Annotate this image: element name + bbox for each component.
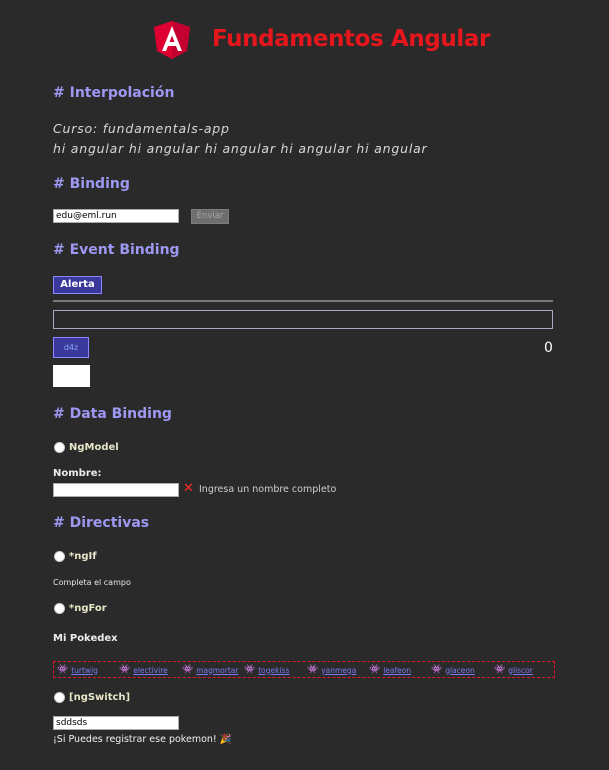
- pokedex-title: Mi Pokedex: [53, 633, 118, 644]
- ngswitch-radio[interactable]: [54, 692, 65, 703]
- pokemon-icon: 👾: [182, 665, 194, 675]
- app-header: Fundamentos Angular: [0, 18, 609, 62]
- pokemon-icon: 👾: [244, 665, 256, 675]
- ngif-message: Completa el campo: [53, 578, 131, 587]
- pokemon-icon: 👾: [369, 665, 381, 675]
- section-title-directives: # Directivas: [53, 515, 150, 531]
- ngfor-radio[interactable]: [54, 603, 65, 614]
- ngif-radio[interactable]: [54, 551, 65, 562]
- pokemon-icon: 👾: [307, 665, 319, 675]
- section-title-event-binding: # Event Binding: [53, 242, 180, 258]
- error-icon: ✕: [183, 481, 194, 496]
- send-button[interactable]: Enviar: [191, 209, 229, 224]
- angular-logo-icon: [154, 21, 190, 59]
- pokemon-icon: 👾: [57, 665, 69, 675]
- name-input[interactable]: [53, 483, 179, 497]
- increment-button[interactable]: d4z: [53, 337, 89, 358]
- list-item[interactable]: 👾 leafeon: [369, 665, 411, 675]
- pokemon-icon: 👾: [494, 665, 506, 675]
- pokemon-icon: 👾: [431, 665, 443, 675]
- email-input[interactable]: [53, 209, 179, 223]
- page-title: Fundamentos Angular: [212, 26, 490, 52]
- list-item[interactable]: 👾 gliscor: [494, 665, 533, 675]
- list-item[interactable]: 👾 electivire: [119, 665, 168, 675]
- list-item[interactable]: 👾 glaceon: [431, 665, 475, 675]
- pokedex-list: 👾 turtwig 👾 electivire 👾 magmortar 👾 togekis…: [53, 661, 555, 678]
- section-title-binding: # Binding: [53, 176, 130, 192]
- pokemon-switch-input[interactable]: [53, 716, 179, 730]
- ngmodel-label: NgModel: [69, 442, 119, 453]
- list-item[interactable]: 👾 magmortar: [182, 665, 238, 675]
- divider: [53, 300, 553, 302]
- course-text: Curso: fundamentals-app: [53, 121, 230, 136]
- repeat-text: hi angular hi angular hi angular hi angu…: [53, 141, 428, 156]
- name-label: Nombre:: [53, 468, 102, 479]
- counter-value: 0: [544, 340, 553, 356]
- section-title-interpolation: # Interpolación: [53, 85, 175, 101]
- name-error-text: Ingresa un nombre completo: [199, 484, 337, 495]
- event-input[interactable]: [53, 310, 553, 329]
- ngmodel-radio[interactable]: [54, 442, 65, 453]
- ngswitch-label: [ngSwitch]: [69, 692, 131, 703]
- ngfor-label: *ngFor: [69, 603, 107, 614]
- color-box[interactable]: [53, 365, 90, 387]
- list-item[interactable]: 👾 yanmega: [307, 665, 356, 675]
- ngif-label: *ngIf: [69, 551, 97, 562]
- section-title-data-binding: # Data Binding: [53, 406, 172, 422]
- switch-message: ¡Si Puedes registrar ese pokemon! 🎉: [53, 734, 232, 745]
- alert-button[interactable]: Alerta: [53, 276, 102, 294]
- list-item[interactable]: 👾 togekiss: [244, 665, 289, 675]
- list-item[interactable]: 👾 turtwig: [57, 665, 98, 675]
- pokemon-icon: 👾: [119, 665, 131, 675]
